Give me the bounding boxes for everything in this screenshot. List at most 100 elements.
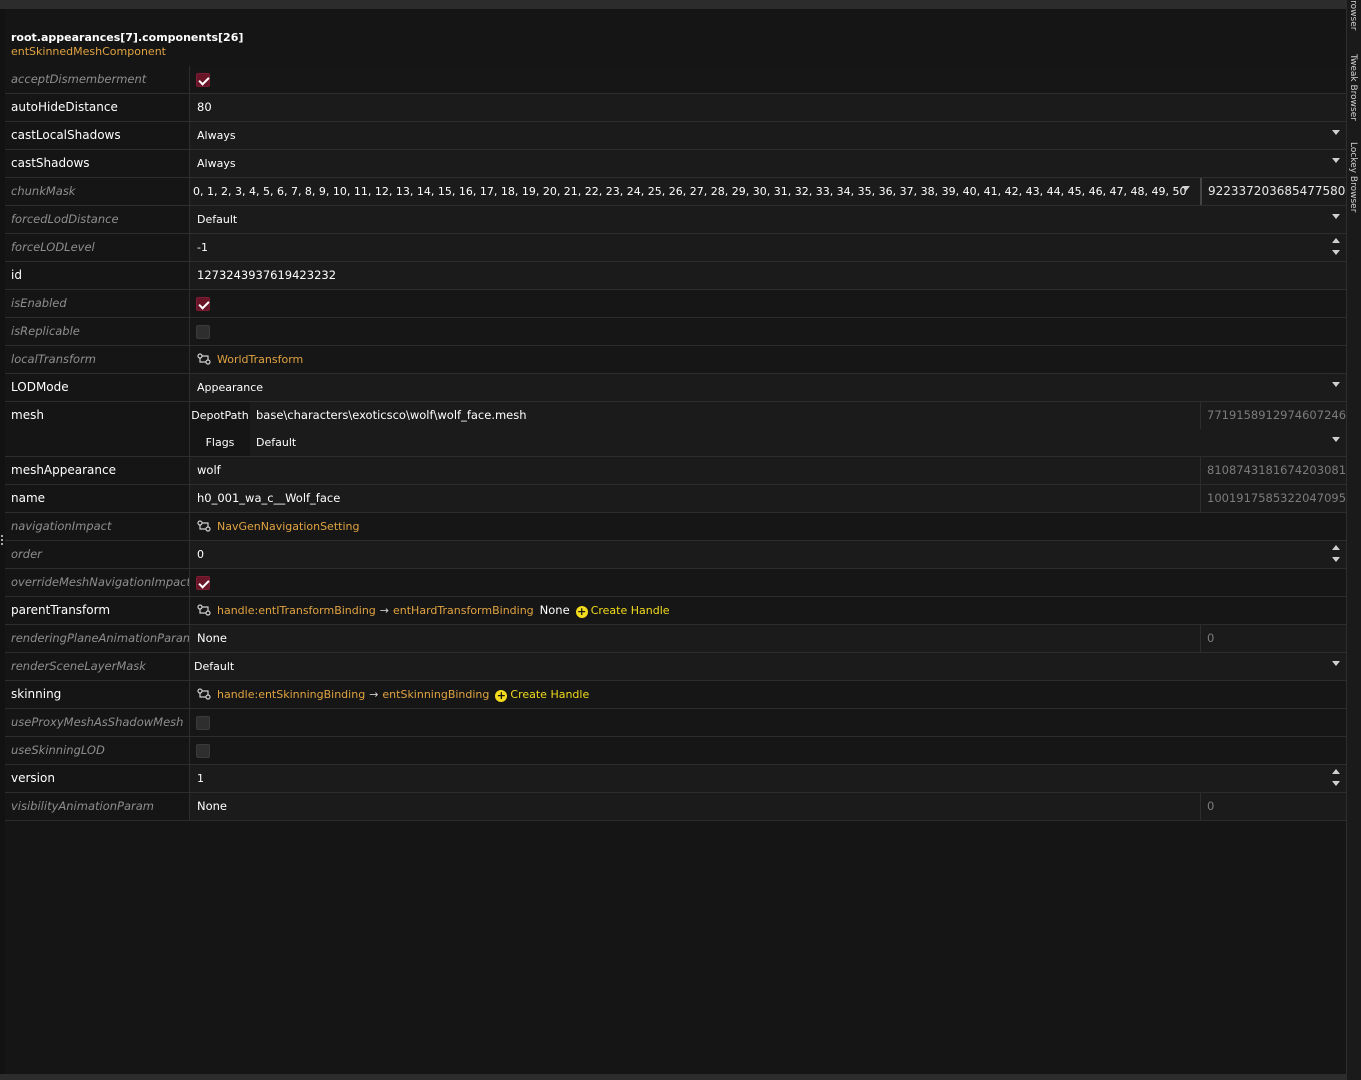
prop-label: order: [5, 541, 190, 568]
parentTransform-handle[interactable]: handle:entITransformBinding: [217, 604, 376, 617]
arrow-right-icon: →: [369, 688, 379, 701]
chevron-down-icon[interactable]: [1332, 158, 1340, 163]
prop-order: order 0: [5, 541, 1346, 569]
object-type: entSkinnedMeshComponent: [11, 45, 166, 58]
prop-label: meshAppearance: [5, 457, 190, 484]
parentTransform-target[interactable]: entHardTransformBinding: [393, 604, 534, 617]
dropdown-value: Default: [194, 660, 235, 673]
renderSceneLayerMask-dropdown[interactable]: Default: [190, 653, 1346, 680]
chevron-down-icon[interactable]: [1332, 661, 1340, 666]
forceLODLevel-value: -1: [197, 241, 208, 254]
property-grid: acceptDismemberment autoHideDistance 80 …: [5, 66, 1346, 821]
checkbox[interactable]: [196, 325, 210, 339]
prop-name: name h0_001_wa_c__Wolf_face 1001917585322…: [5, 485, 1346, 513]
order-input[interactable]: 0: [190, 541, 1346, 568]
prop-version: version 1: [5, 765, 1346, 793]
chunkMask-dropdown[interactable]: 0, 1, 2, 3, 4, 5, 6, 7, 8, 9, 10, 11, 12…: [190, 178, 1346, 205]
checkmark-icon[interactable]: [196, 576, 210, 590]
tab-tweak-browser-label: Tweak Browser: [1348, 54, 1358, 121]
chevron-down-icon[interactable]: [1332, 130, 1340, 135]
dropdown-value: Always: [197, 157, 236, 170]
prop-label: renderingPlaneAnimationParam: [5, 625, 190, 652]
prop-parentTransform: parentTransform handle:entITransformBind…: [5, 597, 1346, 625]
prop-label: chunkMask: [5, 178, 190, 205]
prop-mesh: mesh DepotPath base\characters\exoticsco…: [5, 402, 1346, 457]
flags-dropdown[interactable]: Default: [250, 429, 1346, 456]
chevron-down-icon[interactable]: [1332, 382, 1340, 387]
autoHideDistance-input[interactable]: 80: [197, 100, 212, 114]
create-handle-button[interactable]: + Create Handle: [495, 687, 590, 702]
spinner-arrows-icon[interactable]: [1331, 769, 1341, 787]
tab-lockey-browser[interactable]: Lockey Browser: [1347, 142, 1361, 222]
prop-autoHideDistance: autoHideDistance 80: [5, 94, 1346, 122]
tab-tweak-browser[interactable]: Tweak Browser: [1347, 54, 1361, 134]
arrow-right-icon: →: [379, 604, 389, 617]
forcedLodDistance-dropdown[interactable]: Default: [190, 206, 1346, 233]
prop-label: mesh: [5, 402, 190, 456]
chevron-down-icon[interactable]: [1332, 214, 1340, 219]
prop-label: useSkinningLOD: [5, 737, 190, 764]
spinner-arrows-icon[interactable]: [1331, 238, 1341, 256]
flags-label: Flags: [190, 429, 250, 456]
name-input[interactable]: h0_001_wa_c__Wolf_face: [197, 491, 340, 505]
prop-label: forcedLodDistance: [5, 206, 190, 233]
prop-acceptDismemberment: acceptDismemberment: [5, 66, 1346, 94]
prop-id: id 1273243937619423232: [5, 262, 1346, 290]
parentTransform-none: None: [539, 603, 570, 617]
prop-meshAppearance: meshAppearance wolf 8108743181674203081: [5, 457, 1346, 485]
prop-castShadows: castShadows Always: [5, 150, 1346, 178]
chunkMask-value: 0, 1, 2, 3, 4, 5, 6, 7, 8, 9, 10, 11, 12…: [193, 185, 1186, 198]
mesh-depotpath-row: DepotPath base\characters\exoticsco\wolf…: [190, 402, 1346, 429]
navigationImpact-node[interactable]: NavGenNavigationSetting: [190, 513, 1346, 540]
checkmark-icon[interactable]: [196, 297, 210, 311]
create-handle-button[interactable]: + Create Handle: [575, 603, 670, 618]
renderingPlaneAnimationParam-input[interactable]: None: [197, 631, 227, 645]
right-dock-tabs: Browser Tweak Browser Lockey Browser: [1347, 0, 1361, 1080]
navigationImpact-type: NavGenNavigationSetting: [217, 520, 360, 533]
LODMode-dropdown[interactable]: Appearance: [190, 374, 1346, 401]
tab-browser-label: Browser: [1348, 0, 1358, 31]
castLocalShadows-dropdown[interactable]: Always: [190, 122, 1346, 149]
chunkMask-raw[interactable]: 9223372036854775807: [1200, 178, 1346, 205]
visibilityAnimationParam-input[interactable]: None: [197, 799, 227, 813]
version-value: 1: [197, 772, 204, 785]
prop-label: isEnabled: [5, 290, 190, 317]
prop-label: LODMode: [5, 374, 190, 401]
prop-label: forceLODLevel: [5, 234, 190, 261]
chevron-down-icon[interactable]: [1332, 437, 1340, 442]
handle-node-icon: [197, 604, 211, 616]
prop-label: renderSceneLayerMask: [5, 653, 190, 680]
dropdown-value: Default: [197, 213, 238, 226]
tab-browser[interactable]: Browser: [1347, 0, 1361, 40]
resize-grip-icon[interactable]: [0, 535, 4, 549]
create-handle-label: Create Handle: [510, 688, 590, 701]
id-input[interactable]: 1273243937619423232: [197, 268, 336, 282]
prop-useProxyMeshAsShadowMesh: useProxyMeshAsShadowMesh: [5, 709, 1346, 737]
prop-forceLODLevel: forceLODLevel -1: [5, 234, 1346, 262]
meshAppearance-input[interactable]: wolf: [197, 463, 221, 477]
depotpath-input[interactable]: base\characters\exoticsco\wolf\wolf_face…: [250, 402, 1194, 429]
prop-label: id: [5, 262, 190, 289]
forceLODLevel-input[interactable]: -1: [190, 234, 1346, 261]
prop-navigationImpact: navigationImpact NavGenNavigationSetting: [5, 513, 1346, 541]
chevron-down-icon[interactable]: [1182, 186, 1190, 191]
name-hash: 10019175853220470958: [1200, 485, 1346, 512]
checkmark-icon[interactable]: [196, 73, 210, 87]
spinner-arrows-icon[interactable]: [1331, 545, 1341, 563]
checkbox[interactable]: [196, 716, 210, 730]
prop-visibilityAnimationParam: visibilityAnimationParam None 0: [5, 793, 1346, 821]
prop-renderingPlaneAnimationParam: renderingPlaneAnimationParam None 0: [5, 625, 1346, 653]
prop-label: acceptDismemberment: [5, 66, 190, 93]
prop-forcedLodDistance: forcedLodDistance Default: [5, 206, 1346, 234]
localTransform-node[interactable]: WorldTransform: [190, 346, 1346, 373]
object-header: root.appearances[7].components[26] entSk…: [11, 31, 243, 59]
top-toolbar-strip: [0, 0, 1347, 9]
castShadows-dropdown[interactable]: Always: [190, 150, 1346, 177]
skinning-handle[interactable]: handle:entSkinningBinding: [217, 688, 365, 701]
checkbox[interactable]: [196, 744, 210, 758]
prop-label: version: [5, 765, 190, 792]
skinning-target[interactable]: entSkinningBinding: [382, 688, 489, 701]
dropdown-value: Always: [197, 129, 236, 142]
prop-label: visibilityAnimationParam: [5, 793, 190, 820]
version-input[interactable]: 1: [190, 765, 1346, 792]
